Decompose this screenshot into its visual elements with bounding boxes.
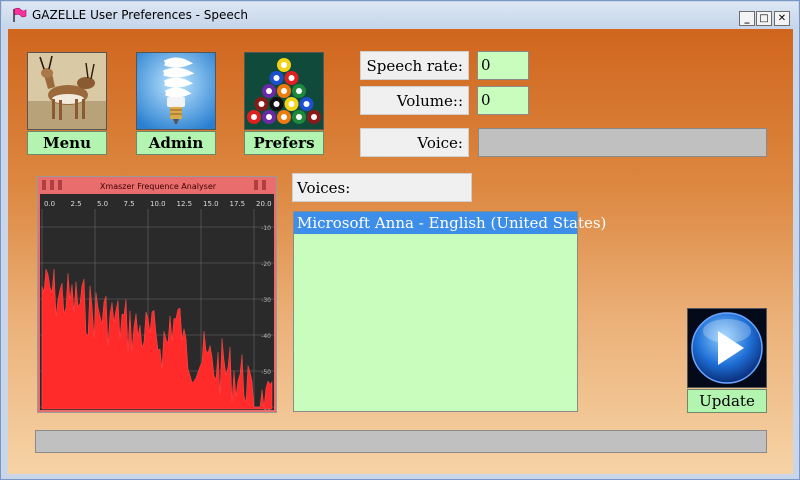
play-icon[interactable]: [687, 308, 767, 388]
minimize-button[interactable]: _: [739, 11, 755, 26]
update-label[interactable]: Update: [687, 389, 767, 413]
analyser-y-tick: -20: [261, 261, 271, 268]
analyser-title: Xmaszer Frequence Analyser: [100, 182, 217, 191]
billiard-balls-icon[interactable]: [244, 52, 324, 130]
menu-label[interactable]: Menu: [27, 131, 107, 155]
prefers-tile[interactable]: Prefers: [244, 52, 324, 155]
update-button[interactable]: Update: [687, 308, 767, 413]
voices-list[interactable]: Microsoft Anna - English (United States): [293, 211, 606, 412]
admin-label[interactable]: Admin: [136, 131, 216, 155]
admin-tile[interactable]: Admin: [136, 52, 216, 155]
status-bar: [35, 430, 767, 453]
analyser-y-tick: -30: [261, 297, 271, 304]
analyser-x-tick: 7.5: [124, 200, 135, 208]
voice-list-item[interactable]: Microsoft Anna - English (United States): [294, 212, 606, 234]
voice-field[interactable]: [478, 128, 767, 157]
analyser-y-tick: -40: [261, 333, 271, 340]
frequency-analyser-image: Xmaszer Frequence Analyser 0.0 2.5 5.0 7.5 10…: [37, 176, 308, 413]
analyser-y-tick: -10: [261, 225, 271, 232]
analyser-x-tick: 0.0: [44, 200, 55, 208]
menu-tile[interactable]: Menu: [27, 52, 107, 155]
gazelle-image[interactable]: [27, 52, 107, 130]
analyser-x-tick: 15.0: [203, 200, 219, 208]
close-button[interactable]: ✕: [774, 11, 790, 26]
app-window: GAZELLE User Preferences - Speech _ □ ✕: [0, 0, 800, 480]
analyser-x-tick: 5.0: [97, 200, 108, 208]
speech-rate-input[interactable]: 0: [477, 51, 529, 80]
analyser-x-tick: 12.5: [177, 200, 193, 208]
flag-icon: [13, 7, 27, 22]
volume-input[interactable]: 0: [477, 86, 529, 115]
window-title: GAZELLE User Preferences - Speech: [32, 8, 248, 22]
light-bulb-icon[interactable]: [136, 52, 216, 130]
analyser-x-tick: 17.5: [230, 200, 246, 208]
analyser-x-tick: 2.5: [71, 200, 82, 208]
analyser-y-tick: -50: [261, 369, 271, 376]
voices-label: Voices:: [292, 173, 472, 202]
title-bar[interactable]: GAZELLE User Preferences - Speech _ □ ✕: [2, 2, 798, 28]
speech-rate-label: Speech rate:: [360, 51, 469, 80]
client-area: Menu Admin Prefers Speech rate: 0 Volume…: [8, 29, 793, 474]
volume-label: Volume::: [360, 86, 469, 115]
voice-label: Voice:: [360, 128, 469, 157]
prefers-label[interactable]: Prefers: [244, 131, 324, 155]
analyser-x-tick: 10.0: [150, 200, 166, 208]
analyser-x-tick: 20.0: [256, 200, 272, 208]
maximize-button[interactable]: □: [756, 11, 772, 26]
